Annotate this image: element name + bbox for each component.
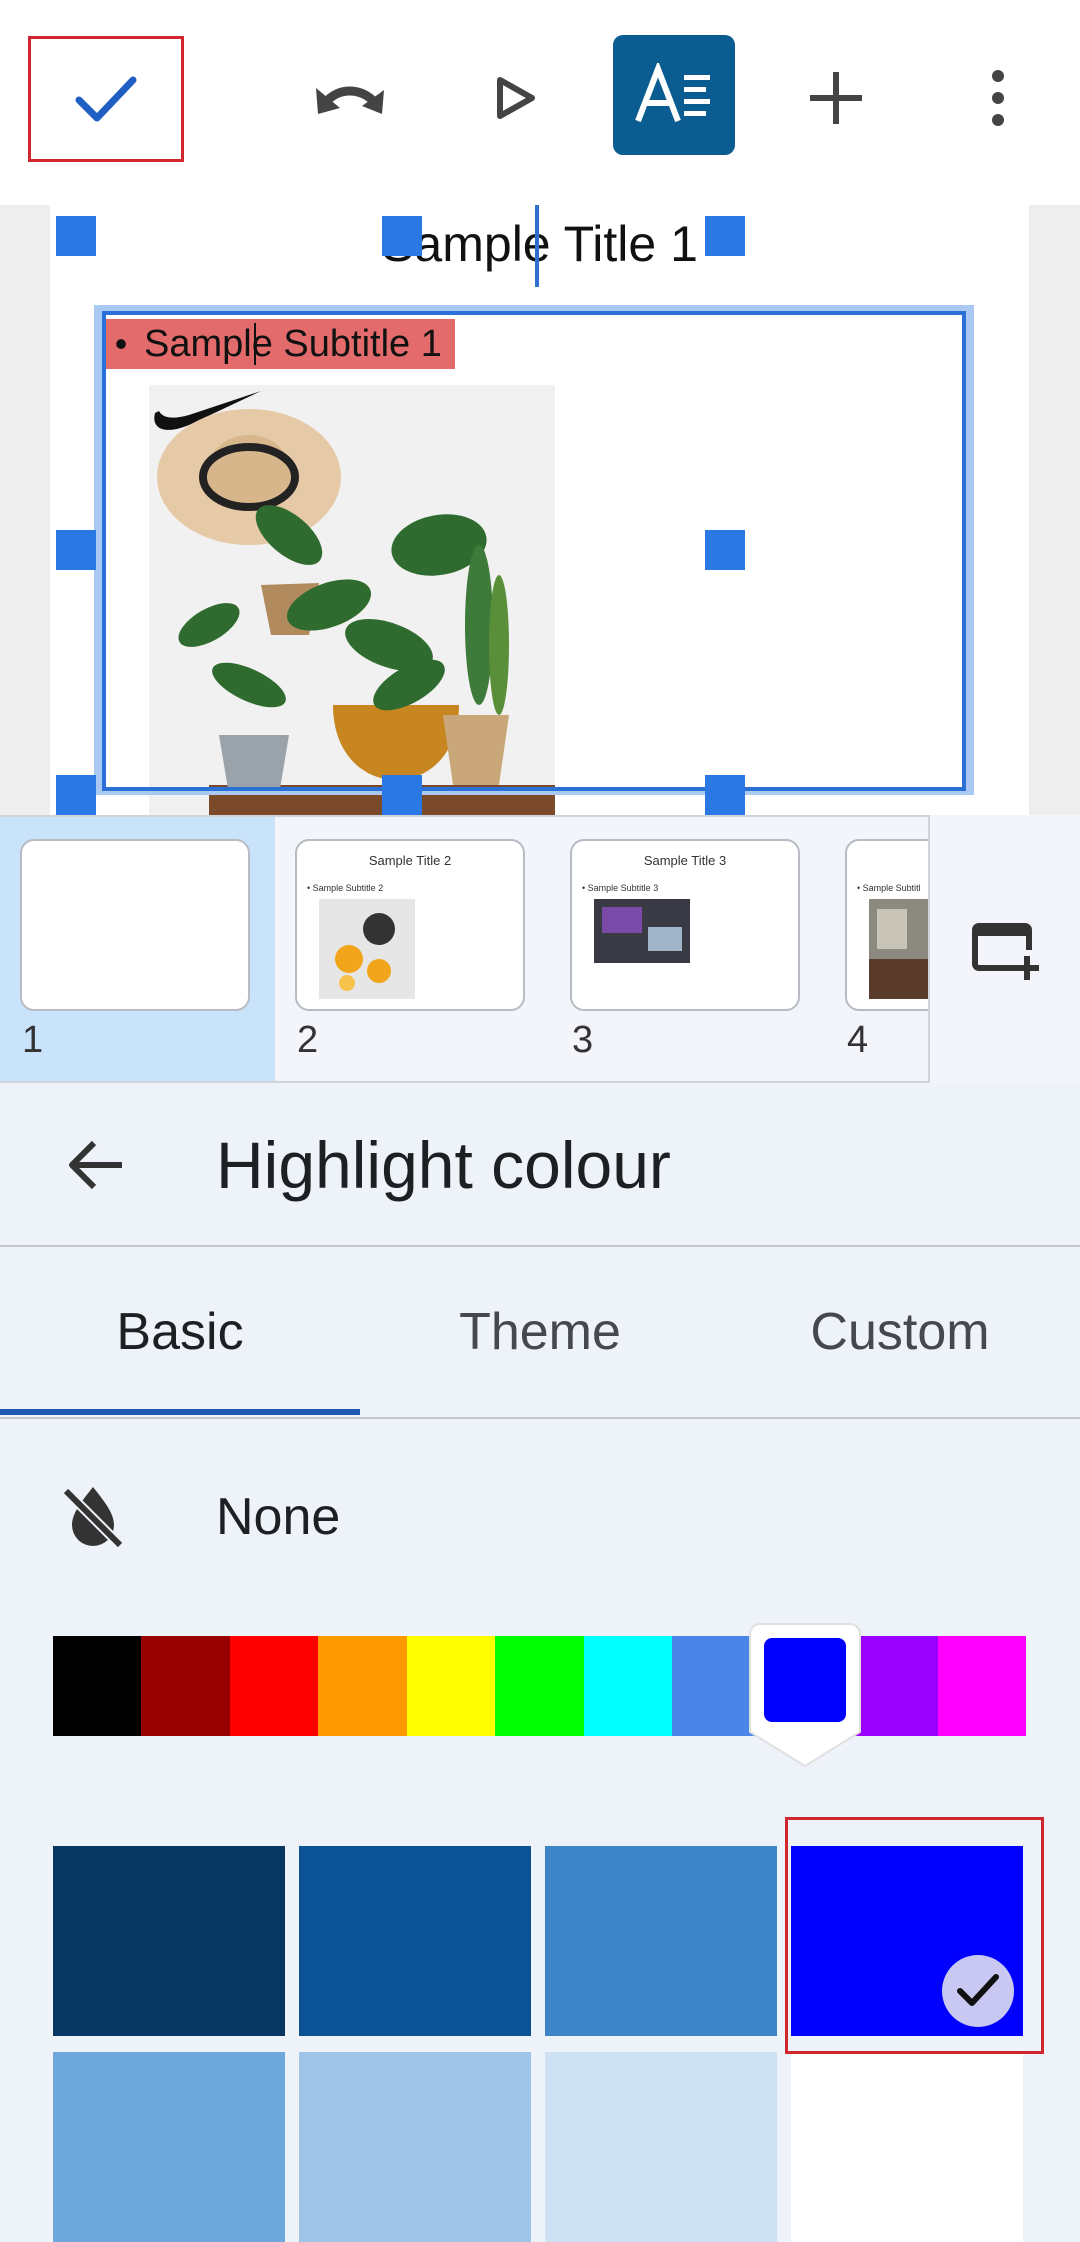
slide-canvas[interactable]: Sample Title 1 • Sample Subtitle 1 [0, 205, 1080, 815]
active-tab-indicator [0, 1409, 360, 1415]
title-cursor [535, 205, 539, 287]
hue-bar[interactable] [53, 1636, 1026, 1736]
present-button[interactable] [466, 48, 566, 148]
arrow-back-icon [69, 1140, 122, 1190]
color-swatch[interactable] [299, 1846, 531, 2036]
none-option[interactable]: None [0, 1419, 1080, 1619]
resize-handle-bottom[interactable] [382, 775, 422, 815]
thumbnail-title: Sample Title 3 [643, 853, 727, 868]
insert-button[interactable] [786, 48, 886, 148]
add-slide-icon [972, 923, 1039, 980]
check-icon [957, 1974, 999, 2006]
color-swatch[interactable] [53, 2052, 285, 2242]
color-swatch[interactable] [545, 2052, 777, 2242]
resize-handle-left[interactable] [56, 530, 96, 570]
selection-frame-border [102, 311, 966, 791]
hue-swatch[interactable] [141, 1636, 230, 1736]
thumbnail-slide-1[interactable]: 1 [0, 817, 275, 1081]
color-swatch[interactable] [545, 1846, 777, 2036]
panel-title: Highlight colour [216, 1128, 671, 1202]
hue-swatch[interactable] [849, 1636, 938, 1736]
resize-handle-top-right[interactable] [705, 216, 745, 256]
thumbnail-slide-3[interactable]: Sample Title 3 • Sample Subtitle 3 3 [550, 817, 825, 1081]
format-color-reset-icon [60, 1485, 126, 1551]
thumbnail-subtitle: • Sample Subtitl [857, 883, 921, 893]
hue-swatch[interactable] [495, 1636, 584, 1736]
thumbnail-number: 1 [22, 1019, 44, 1061]
hue-swatch[interactable] [318, 1636, 407, 1736]
hue-swatch[interactable] [229, 1636, 319, 1736]
text-cursor [254, 323, 256, 365]
color-tabs: Basic Theme Custom [0, 1247, 1080, 1419]
thumbnail-subtitle: • Sample Subtitle 3 [582, 883, 659, 893]
color-swatch[interactable] [791, 2052, 1023, 2242]
more-vert-icon [992, 70, 1004, 126]
play-icon [497, 77, 535, 119]
resize-handle-right[interactable] [705, 530, 745, 570]
undo-icon [316, 86, 384, 114]
color-swatch[interactable] [299, 2052, 531, 2242]
resize-handle-top-left[interactable] [56, 216, 96, 256]
hue-swatch[interactable] [583, 1636, 673, 1736]
hue-swatch[interactable] [937, 1636, 1026, 1736]
thumbnail-slide-2[interactable]: Sample Title 2 • Sample Subtitle 2 2 [275, 817, 550, 1081]
text-format-button[interactable] [613, 35, 735, 155]
thumbnail-number: 3 [572, 1019, 594, 1061]
thumbnail-number: 4 [847, 1019, 869, 1061]
more-options-button[interactable] [948, 48, 1048, 148]
none-label: None [216, 1488, 341, 1546]
back-button[interactable] [48, 1123, 144, 1207]
thumbnail-subtitle: • Sample Subtitle 2 [307, 883, 384, 893]
tab-custom[interactable]: Custom [720, 1247, 1080, 1417]
hue-swatch[interactable] [53, 1636, 142, 1736]
slide-thumbnail-strip[interactable]: 1 Sample Title 2 • Sample Subtitle 2 2 S… [0, 815, 1080, 1083]
tab-theme[interactable]: Theme [360, 1247, 720, 1417]
selected-swatch-frame [785, 1817, 1044, 2054]
resize-handle-top[interactable] [382, 216, 422, 256]
color-swatch[interactable] [53, 1846, 285, 2036]
thumbnail-card[interactable]: Sample Title 3 • Sample Subtitle 3 [570, 839, 800, 1011]
top-toolbar [0, 0, 1080, 205]
subtitle-bullet: • [114, 323, 128, 364]
add-slide-button[interactable] [928, 815, 1080, 1083]
plus-icon [810, 72, 862, 124]
resize-handle-bottom-left[interactable] [56, 775, 96, 815]
hue-swatch[interactable] [406, 1636, 496, 1736]
text-format-icon [635, 63, 710, 123]
panel-header: Highlight colour [0, 1083, 1080, 1247]
thumbnail-title: Sample Title 2 [368, 853, 452, 868]
thumbnail-number: 2 [297, 1019, 319, 1061]
thumbnail-card[interactable] [20, 839, 250, 1011]
tab-basic[interactable]: Basic [0, 1247, 360, 1417]
slide-subtitle[interactable]: Sample Subtitle 1 [144, 319, 442, 369]
selected-check-badge [942, 1955, 1014, 2027]
done-button[interactable] [28, 36, 184, 162]
slide[interactable]: Sample Title 1 • Sample Subtitle 1 [50, 205, 1029, 815]
thumbnail-image [594, 899, 690, 963]
thumbnail-card[interactable]: Sample Title 2 • Sample Subtitle 2 [295, 839, 525, 1011]
check-icon [75, 76, 137, 122]
undo-button[interactable] [300, 48, 400, 148]
thumbnail-image [319, 899, 415, 999]
resize-handle-bottom-right[interactable] [705, 775, 745, 815]
slide-title[interactable]: Sample Title 1 [50, 215, 1029, 273]
hue-selector[interactable] [748, 1620, 862, 1770]
